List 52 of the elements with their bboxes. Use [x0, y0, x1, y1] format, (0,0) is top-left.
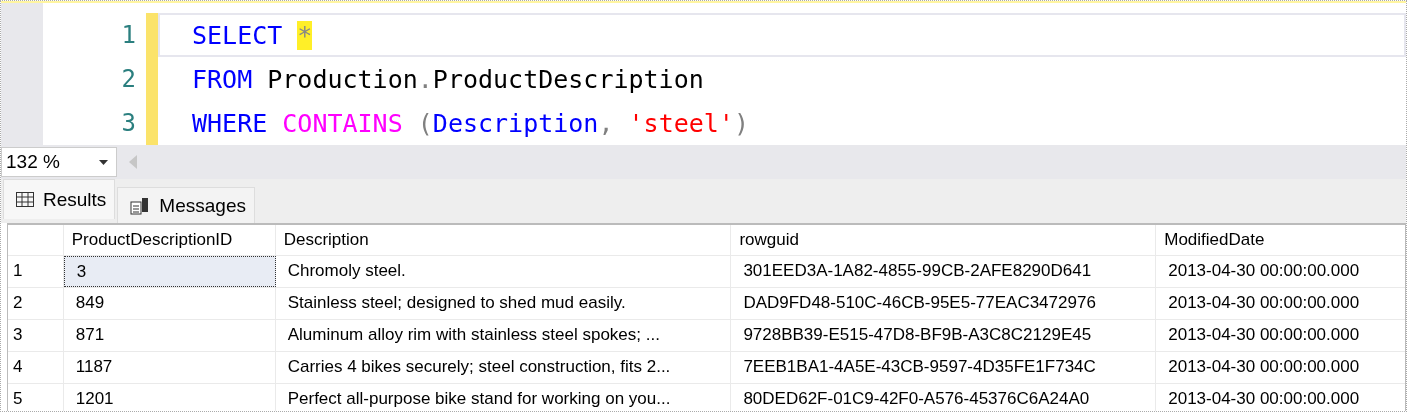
row-number: 3	[8, 320, 64, 351]
results-tab[interactable]: Results	[3, 179, 116, 219]
caret-icon	[99, 159, 108, 165]
table-cell: 80DED62F-01C9-42F0-A576-45376C6A24A0	[731, 384, 1157, 411]
grid-icon	[16, 192, 34, 207]
row-number: 4	[8, 352, 64, 383]
table-cell: 7EEB1BA1-4A5E-43CB-9597-4D35FE1F734C	[731, 352, 1157, 383]
messages-tab[interactable]: Messages	[117, 187, 255, 223]
table-cell-text: 2013-04-30 00:00:00.000	[1167, 356, 1361, 378]
table-cell-text: 2013-04-30 00:00:00.000	[1167, 292, 1361, 314]
highlighted-symbol: *	[297, 21, 313, 50]
table-cell: DAD9FD48-510C-46CB-95E5-77EAC3472976	[731, 288, 1157, 319]
column-header[interactable]: ModifiedDate	[1156, 225, 1405, 255]
table-cell: Perfect all-purpose bike stand for working on you...	[275, 384, 732, 411]
column-header[interactable]: ProductDescriptionID	[63, 225, 276, 255]
row-number: 1	[8, 256, 64, 287]
column-header[interactable]: Description	[275, 225, 732, 255]
sql-punctuation: .	[417, 65, 433, 94]
table-cell-text: 2013-04-30 00:00:00.000	[1167, 260, 1361, 282]
sql-keyword: Description	[432, 109, 599, 138]
table-cell: 849	[63, 288, 276, 319]
table-cell: 9728BB39-E515-47D8-BF9B-A3C8C2129E45	[731, 320, 1157, 351]
sql-punctuation: (	[417, 109, 433, 138]
line-number: 2	[121, 64, 136, 95]
scroll-left-icon[interactable]	[129, 155, 137, 169]
column-header[interactable]: rowguid	[731, 225, 1157, 255]
sql-keyword: WHERE	[192, 109, 269, 138]
table-cell: Chromoly steel.	[275, 256, 732, 287]
zoom-dropdown[interactable]: 132 %	[1, 147, 117, 177]
table-cell: 1187	[63, 352, 276, 383]
sql-string: 'steel'	[628, 109, 734, 138]
document-icon	[130, 196, 151, 215]
sql-identifier: ProductDescription	[432, 65, 704, 94]
sql-keyword: FROM	[192, 65, 254, 94]
table-cell: 301EED3A-1A82-4855-99CB-2AFE8290D641	[731, 256, 1157, 287]
table-cell-text: 2013-04-30 00:00:00.000	[1167, 388, 1361, 410]
table-cell: Aluminum alloy rim with stainless steel spokes; ...	[275, 320, 732, 351]
sql-function: CONTAINS	[282, 109, 404, 138]
table-cell: Carries 4 bikes securely; steel construction, fits 2...	[275, 352, 732, 383]
line-number: 3	[121, 108, 136, 139]
table-cell: 871	[63, 320, 276, 351]
table-cell-text: 2013-04-30 00:00:00.000	[1167, 324, 1361, 346]
row-number: 5	[8, 384, 64, 411]
line-number: 1	[121, 20, 136, 51]
sql-keyword: SELECT	[192, 21, 284, 50]
row-number: 2	[8, 288, 64, 319]
table-cell: 3	[63, 256, 276, 287]
sql-punctuation: )	[733, 109, 749, 138]
sql-identifier: Production	[267, 65, 418, 94]
table-cell: 1201	[63, 384, 276, 411]
sql-punctuation: ,	[598, 109, 615, 138]
table-cell: Stainless steel; designed to shed mud easily.	[275, 288, 732, 319]
